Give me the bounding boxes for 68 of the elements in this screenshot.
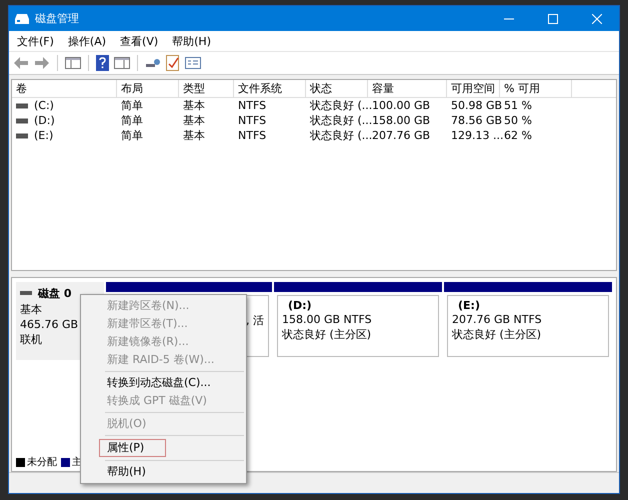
column-header[interactable]: 类型 — [179, 80, 234, 97]
menu-item[interactable]: 转换到动态磁盘(C)... — [81, 374, 246, 392]
table-cell: 状态良好 (... — [310, 98, 372, 113]
disk-type: 基本 — [20, 302, 43, 317]
partition-detail: 状态良好 (主分区) — [282, 327, 372, 342]
pane-icon[interactable] — [114, 56, 130, 70]
menu-item[interactable]: 文件(F) — [11, 34, 60, 48]
partition-detail: 158.00 GB NTFS — [282, 313, 373, 326]
help-icon[interactable] — [96, 55, 109, 71]
legend-label: 未分配 — [27, 456, 57, 469]
menu-item[interactable]: 查看(V) — [114, 34, 164, 48]
table-cell: 100.00 GB — [372, 99, 430, 112]
close-icon — [592, 14, 602, 24]
menu-item[interactable]: 帮助(H) — [166, 34, 217, 48]
column-header[interactable]: % 可用 — [500, 80, 572, 97]
forward-arrow-icon[interactable] — [34, 56, 50, 70]
partition-detail: , 活 — [246, 313, 264, 328]
column-header[interactable]: 状态 — [306, 80, 368, 97]
table-cell: 简单 — [121, 98, 143, 113]
pane-icon[interactable] — [65, 56, 81, 70]
table-cell: 状态良好 (... — [310, 128, 372, 143]
menu-item[interactable]: 操作(A) — [62, 34, 112, 48]
table-cell: 基本 — [183, 128, 205, 143]
disk-drive-icon — [15, 12, 29, 24]
table-cell: 207.76 GB — [372, 129, 430, 142]
drive-icon — [16, 118, 28, 124]
drive-icon — [20, 291, 32, 296]
menu-item[interactable]: 属性(P) — [99, 439, 166, 457]
partition-block[interactable]: (D:) 158.00 GB NTFS 状态良好 (主分区) — [274, 282, 442, 360]
table-cell: 简单 — [121, 113, 143, 128]
table-cell: 50.98 GB — [451, 99, 502, 112]
partition-detail: 状态良好 (主分区) — [452, 327, 542, 342]
window-title: 磁盘管理 — [35, 11, 79, 26]
table-cell: 状态良好 (... — [310, 113, 372, 128]
window-icon[interactable] — [185, 56, 201, 70]
table-cell: 158.00 GB — [372, 114, 430, 127]
disk-name: 磁盘 0 — [38, 286, 72, 301]
partition-name: (D:) — [287, 299, 313, 312]
drive-icon — [16, 102, 28, 108]
table-cell: 129.13 ... — [451, 129, 504, 142]
maximize-icon — [548, 14, 558, 24]
column-header[interactable]: 容量 — [368, 80, 447, 97]
column-header[interactable]: 卷 — [12, 80, 117, 97]
partition-block[interactable]: (E:) 207.76 GB NTFS 状态良好 (主分区) — [444, 282, 612, 360]
disk-status: 联机 — [20, 332, 43, 347]
table-cell: NTFS — [238, 99, 266, 112]
table-cell: 78.56 GB — [451, 114, 502, 127]
menu-item[interactable]: 帮助(H) — [81, 463, 246, 481]
column-header[interactable]: 可用空间 — [447, 80, 500, 97]
table-cell: 62 % — [504, 129, 532, 142]
table-cell: 50 % — [504, 114, 532, 127]
table-cell: 基本 — [183, 113, 205, 128]
column-header[interactable]: 文件系统 — [234, 80, 306, 97]
table-cell: 简单 — [121, 128, 143, 143]
checklist-icon[interactable] — [166, 55, 180, 71]
table-cell: 51 % — [504, 99, 532, 112]
disk-size: 465.76 GB — [20, 318, 80, 331]
table-cell: (D:) — [34, 114, 55, 127]
back-arrow-icon[interactable] — [13, 56, 29, 70]
partition-name: (E:) — [457, 299, 481, 312]
drive-icon — [16, 132, 28, 138]
table-cell: NTFS — [238, 129, 266, 142]
table-cell: NTFS — [238, 114, 266, 127]
table-cell: (E:) — [34, 129, 54, 142]
column-header[interactable]: 布局 — [117, 80, 179, 97]
partition-detail: 207.76 GB NTFS — [452, 313, 543, 326]
table-cell: 基本 — [183, 98, 205, 113]
table-cell: (C:) — [34, 99, 54, 112]
